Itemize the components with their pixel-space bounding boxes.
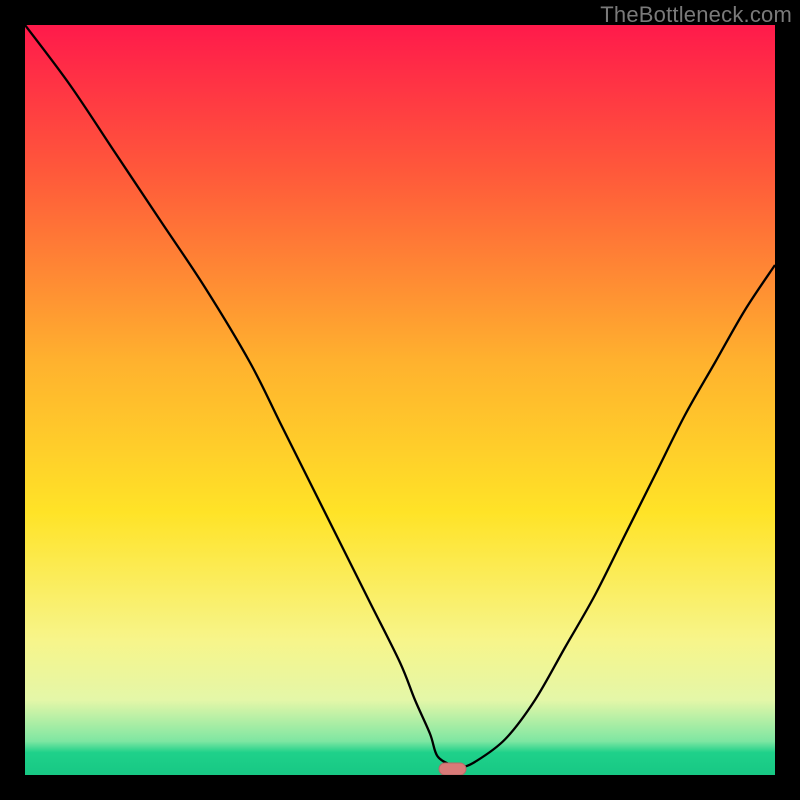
- chart-frame: TheBottleneck.com: [0, 0, 800, 800]
- watermark-text: TheBottleneck.com: [600, 2, 792, 28]
- chart-plot: [25, 25, 775, 775]
- optimal-point-marker: [439, 763, 466, 775]
